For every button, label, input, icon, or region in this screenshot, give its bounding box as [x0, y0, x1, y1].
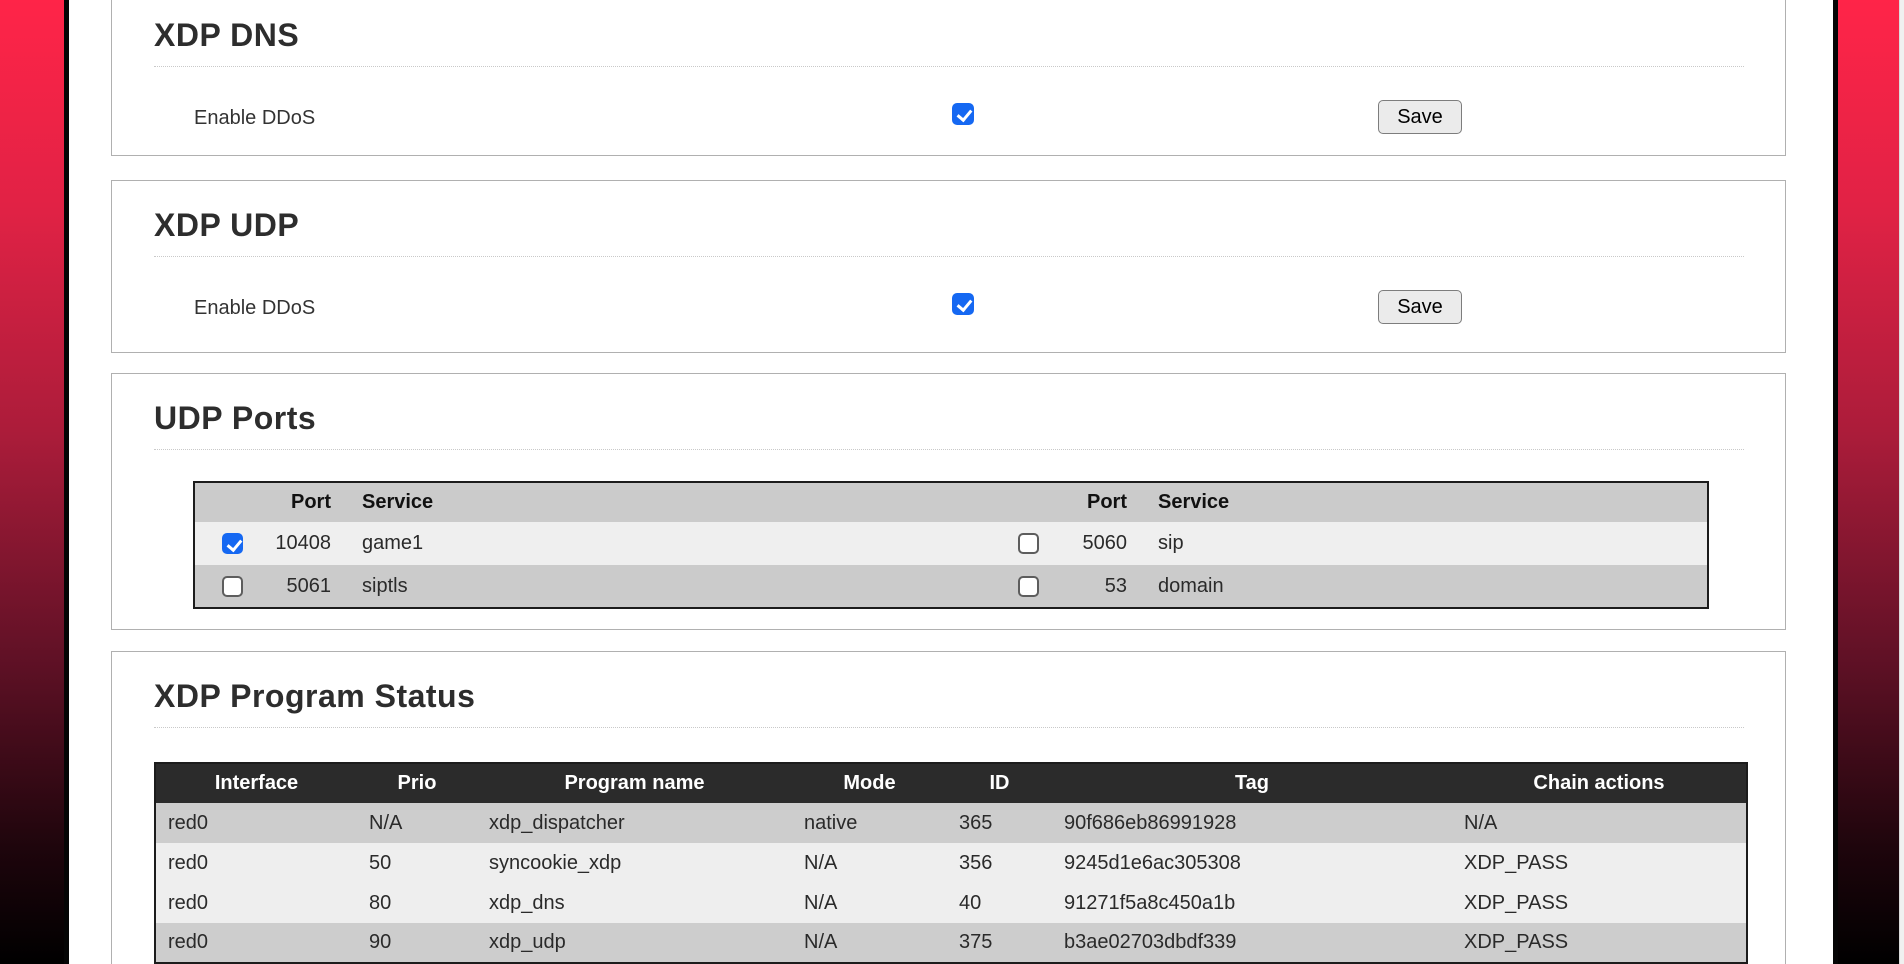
tag-cell: 90f686eb86991928: [1052, 803, 1452, 843]
id-header: ID: [947, 763, 1052, 803]
panel-title: UDP Ports: [154, 398, 316, 438]
udp-ports-header-row: Port Service Port Service: [194, 482, 1708, 522]
enable-ddos-checkbox[interactable]: [952, 293, 974, 315]
enable-ddos-label: Enable DDoS: [194, 297, 315, 320]
udp-port-row: 10408 game1 5060 sip: [194, 522, 1708, 565]
page: XDP DNS Enable DDoS Save XDP UDP Enable …: [0, 0, 1904, 964]
prio-header: Prio: [357, 763, 477, 803]
udp-ports-table: Port Service Port Service 10408 game1 50…: [193, 481, 1709, 609]
status-row: red0 N/A xdp_dispatcher native 365 90f68…: [155, 803, 1747, 843]
title-divider: [154, 66, 1744, 67]
left-gradient-bar: [0, 0, 64, 964]
enable-ddos-checkbox[interactable]: [952, 103, 974, 125]
mode-cell: native: [792, 803, 947, 843]
panel-xdp-dns: XDP DNS Enable DDoS Save: [111, 0, 1786, 156]
chain-actions-cell: N/A: [1452, 803, 1747, 843]
mode-cell: N/A: [792, 883, 947, 923]
panel-title: XDP Program Status: [154, 676, 475, 716]
left-divider-line: [64, 0, 69, 964]
header-spacer: [990, 482, 1066, 522]
port-checkbox[interactable]: [222, 533, 243, 554]
save-button[interactable]: Save: [1378, 100, 1462, 134]
id-cell: 365: [947, 803, 1052, 843]
title-divider: [154, 256, 1744, 257]
port-header: Port: [1066, 482, 1133, 522]
service-header: Service: [1133, 482, 1708, 522]
status-row: red0 80 xdp_dns N/A 40 91271f5a8c450a1b …: [155, 883, 1747, 923]
service-value: game1: [337, 522, 990, 565]
interface-cell: red0: [155, 803, 357, 843]
tag-cell: b3ae02703dbdf339: [1052, 923, 1452, 963]
chain-actions-cell: XDP_PASS: [1452, 843, 1747, 883]
prio-cell: 90: [357, 923, 477, 963]
prio-cell: N/A: [357, 803, 477, 843]
title-divider: [154, 449, 1744, 450]
tag-header: Tag: [1052, 763, 1452, 803]
interface-cell: red0: [155, 923, 357, 963]
panel-udp-ports: UDP Ports Port Service Port Service: [111, 373, 1786, 630]
save-button[interactable]: Save: [1378, 290, 1462, 324]
xdp-program-status-table: Interface Prio Program name Mode ID Tag …: [154, 762, 1748, 964]
interface-cell: red0: [155, 843, 357, 883]
service-header: Service: [337, 482, 990, 522]
service-value: sip: [1133, 522, 1708, 565]
port-value: 5061: [270, 565, 337, 608]
status-header-row: Interface Prio Program name Mode ID Tag …: [155, 763, 1747, 803]
tag-cell: 91271f5a8c450a1b: [1052, 883, 1452, 923]
title-divider: [154, 727, 1744, 728]
mode-cell: N/A: [792, 923, 947, 963]
port-value: 10408: [270, 522, 337, 565]
program-name-header: Program name: [477, 763, 792, 803]
id-cell: 356: [947, 843, 1052, 883]
panel-xdp-udp: XDP UDP Enable DDoS Save: [111, 180, 1786, 353]
panel-title: XDP UDP: [154, 205, 299, 245]
id-cell: 375: [947, 923, 1052, 963]
interface-header: Interface: [155, 763, 357, 803]
scrollbar[interactable]: [1899, 0, 1904, 964]
mode-header: Mode: [792, 763, 947, 803]
chain-actions-cell: XDP_PASS: [1452, 883, 1747, 923]
header-spacer: [194, 482, 270, 522]
tag-cell: 9245d1e6ac305308: [1052, 843, 1452, 883]
panel-title: XDP DNS: [154, 15, 299, 55]
interface-cell: red0: [155, 883, 357, 923]
mode-cell: N/A: [792, 843, 947, 883]
program-name-cell: xdp_dispatcher: [477, 803, 792, 843]
status-row: red0 90 xdp_udp N/A 375 b3ae02703dbdf339…: [155, 923, 1747, 963]
status-row: red0 50 syncookie_xdp N/A 356 9245d1e6ac…: [155, 843, 1747, 883]
id-cell: 40: [947, 883, 1052, 923]
chain-actions-cell: XDP_PASS: [1452, 923, 1747, 963]
service-value: domain: [1133, 565, 1708, 608]
right-gradient-bar: [1838, 0, 1900, 964]
service-value: siptls: [337, 565, 990, 608]
udp-port-row: 5061 siptls 53 domain: [194, 565, 1708, 608]
panel-xdp-program-status: XDP Program Status Interface Prio Progra…: [111, 651, 1786, 964]
port-checkbox[interactable]: [1018, 533, 1039, 554]
port-header: Port: [270, 482, 337, 522]
enable-ddos-label: Enable DDoS: [194, 107, 315, 130]
port-value: 5060: [1066, 522, 1133, 565]
program-name-cell: syncookie_xdp: [477, 843, 792, 883]
program-name-cell: xdp_dns: [477, 883, 792, 923]
port-checkbox[interactable]: [1018, 576, 1039, 597]
program-name-cell: xdp_udp: [477, 923, 792, 963]
port-value: 53: [1066, 565, 1133, 608]
port-checkbox[interactable]: [222, 576, 243, 597]
chain-actions-header: Chain actions: [1452, 763, 1747, 803]
prio-cell: 80: [357, 883, 477, 923]
prio-cell: 50: [357, 843, 477, 883]
